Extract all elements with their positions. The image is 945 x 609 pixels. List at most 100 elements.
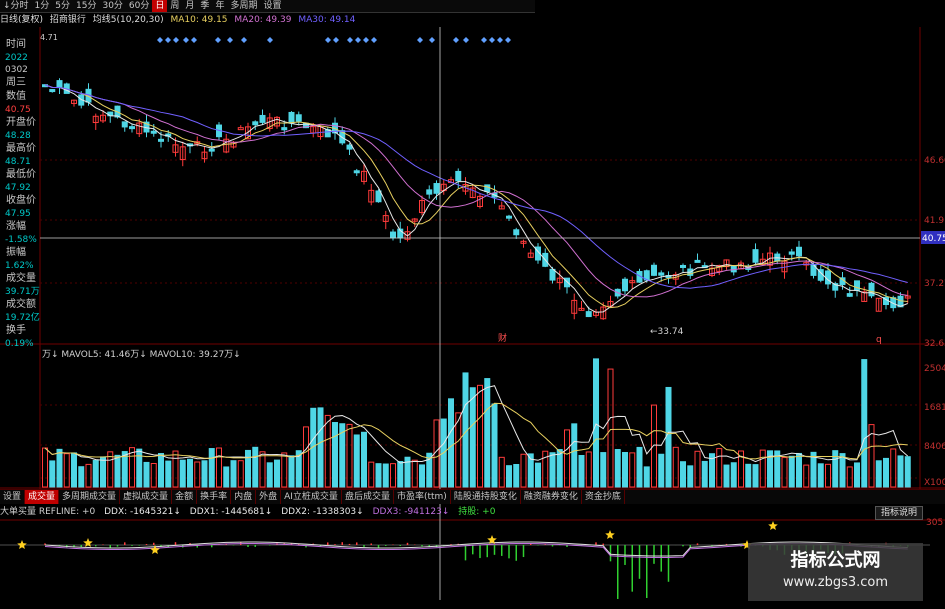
indicator-tab[interactable]: 外盘 xyxy=(256,490,282,504)
indicator-tab[interactable]: 设置 xyxy=(0,490,26,504)
signal-diamond xyxy=(463,37,469,43)
volume-bar xyxy=(150,462,157,488)
volume-bar xyxy=(520,453,527,488)
volume-bar xyxy=(324,414,331,488)
volume-bar xyxy=(411,459,418,488)
volume-bar xyxy=(230,460,237,488)
volume-bar xyxy=(208,448,215,488)
volume-tick: 2504 xyxy=(924,364,945,374)
info-value: 0.19% xyxy=(5,339,34,349)
ddx1-value: DDX1: -1445681↓ xyxy=(189,507,273,517)
volume-bar xyxy=(397,460,404,488)
info-label: 周三 xyxy=(6,77,26,88)
candle-body xyxy=(353,170,360,174)
volume-tick: 1681 xyxy=(924,403,945,413)
volume-bar xyxy=(361,431,367,488)
signal-diamond xyxy=(215,37,221,43)
volume-bar xyxy=(600,452,607,488)
signal-diamond xyxy=(165,37,171,43)
volume-bar xyxy=(491,403,498,488)
volume-bar xyxy=(904,456,911,488)
volume-bar xyxy=(803,464,810,488)
price-tick: 32.63 xyxy=(924,339,945,349)
crosshair-value: 40.75 xyxy=(922,234,945,244)
signal-diamond xyxy=(325,37,331,43)
signal-diamond xyxy=(347,37,353,43)
volume-bar xyxy=(607,368,614,488)
volume-bar xyxy=(382,463,389,488)
volume-title: 万↓ MAVOL5: 41.46万↓ MAVOL10: 39.27万↓ xyxy=(42,350,241,360)
candle-body xyxy=(651,264,657,276)
volume-bar xyxy=(100,456,106,488)
info-value: 39.71万 xyxy=(5,287,40,297)
signal-diamond xyxy=(363,37,369,43)
signal-diamond xyxy=(371,37,377,43)
indicator-tab[interactable]: 内盘 xyxy=(231,490,257,504)
info-value: 0302 xyxy=(5,65,28,75)
indicator-tab[interactable]: 多周期成交量 xyxy=(59,490,121,504)
candle-body xyxy=(455,170,462,182)
candle-body xyxy=(694,259,701,263)
volume-bar xyxy=(578,454,585,488)
indicator-tab[interactable]: 融资融券变化 xyxy=(521,490,582,504)
volume-bar xyxy=(513,464,520,488)
signal-diamond xyxy=(417,37,423,43)
candle-body xyxy=(796,246,802,257)
info-value: -1.58% xyxy=(5,235,37,245)
indicator-tab[interactable]: 市盈率(ttm) xyxy=(394,490,451,504)
volume-bar xyxy=(759,449,766,488)
indicator-tab[interactable]: 陆股通持股变化 xyxy=(451,490,521,504)
volume-bar xyxy=(274,459,280,488)
indicator-tab[interactable]: 盘后成交量 xyxy=(342,490,394,504)
volume-bar xyxy=(687,465,694,488)
volume-bar xyxy=(571,423,578,488)
volume-bar xyxy=(614,449,621,488)
candle-body xyxy=(622,278,628,292)
volume-bar xyxy=(498,456,505,488)
indicator-tab[interactable]: AI立桩成交量 xyxy=(281,490,342,504)
candle-body xyxy=(752,249,759,263)
volume-bar xyxy=(288,455,295,488)
indicator-tab[interactable]: 换手率 xyxy=(197,490,232,504)
volume-bar xyxy=(752,464,759,488)
info-value: 47.92 xyxy=(5,183,31,193)
volume-bar xyxy=(506,465,512,488)
ma20-line xyxy=(44,84,908,298)
indicator-help-button[interactable]: 指标说明 xyxy=(874,506,923,520)
volume-bar xyxy=(854,462,860,488)
ma10-line xyxy=(44,84,908,309)
candle-body xyxy=(680,264,686,268)
volume-bar xyxy=(658,453,665,488)
volume-bar xyxy=(723,464,730,488)
candle-body xyxy=(295,114,302,122)
star-icon xyxy=(768,521,778,530)
volume-tick: 8406 xyxy=(924,442,945,452)
candle-body xyxy=(549,268,556,281)
volume-bar xyxy=(165,460,172,488)
signal-diamond xyxy=(481,37,487,43)
indicator-tab[interactable]: 虚拟成交量 xyxy=(120,490,173,504)
volume-bar xyxy=(71,452,77,488)
volume-bar xyxy=(484,378,491,488)
volume-bar xyxy=(42,447,48,488)
info-label: 成交量 xyxy=(6,273,36,284)
watermark-url: www.zbgs3.com xyxy=(782,575,889,590)
volume-bar xyxy=(448,398,454,488)
info-label: 换手 xyxy=(6,325,26,336)
indicator-tab[interactable]: 资金抄底 xyxy=(582,490,625,504)
volume-bar xyxy=(194,461,201,488)
volume-bar xyxy=(353,434,360,488)
watermark-title: 指标公式网 xyxy=(790,550,881,571)
indicator-tab[interactable]: 成交量 xyxy=(25,490,60,504)
volume-bar xyxy=(114,454,121,488)
marker-q: q xyxy=(876,335,882,345)
info-label: 涨幅 xyxy=(6,221,26,232)
candle-body xyxy=(375,190,382,203)
volume-bar xyxy=(158,453,164,488)
signal-diamond xyxy=(497,37,503,43)
indicator-tab[interactable]: 金额 xyxy=(172,490,198,504)
signal-diamond xyxy=(183,37,189,43)
candle-body xyxy=(788,251,795,255)
volume-bar xyxy=(136,448,143,488)
volume-bar xyxy=(846,466,853,488)
